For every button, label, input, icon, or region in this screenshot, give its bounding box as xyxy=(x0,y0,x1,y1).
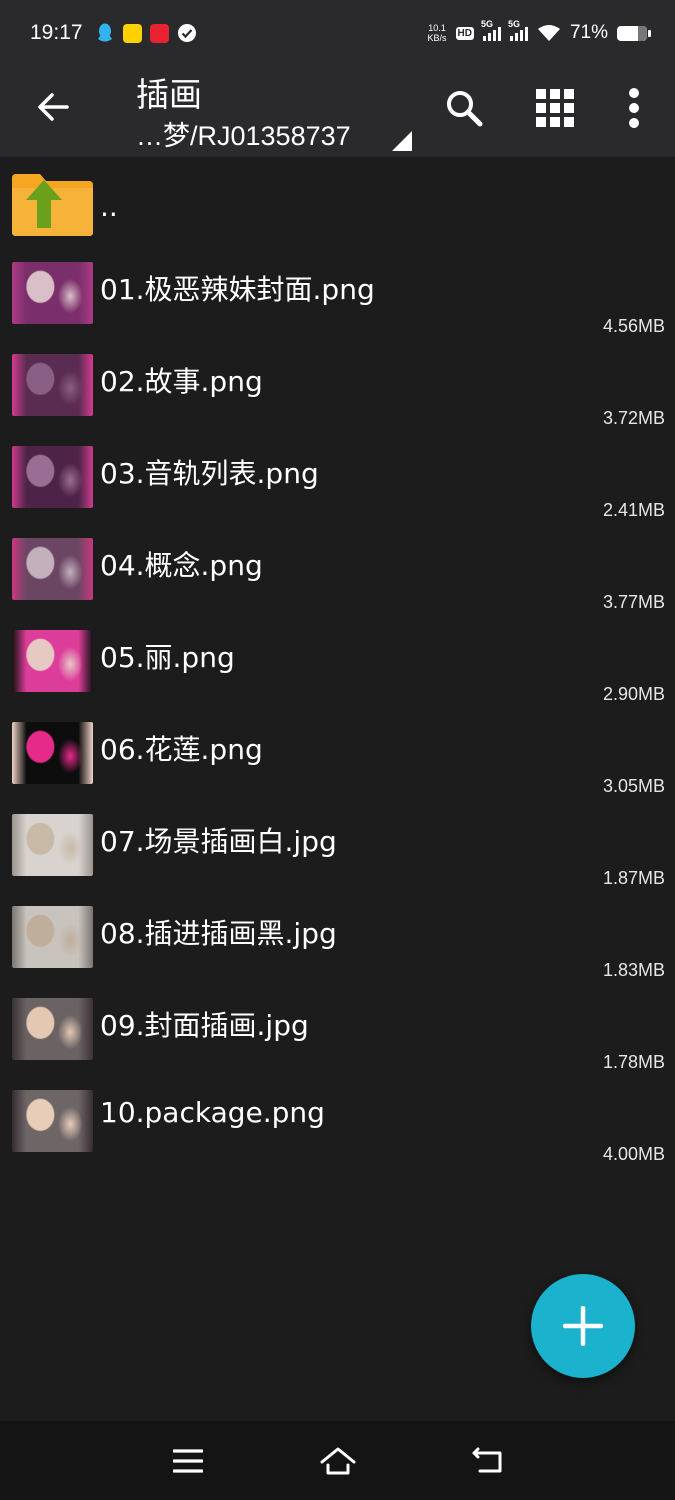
battery-icon xyxy=(617,25,651,41)
file-row[interactable]: 08.插进插画黑.jpg 1.83MB xyxy=(0,892,675,984)
signal-icon-sim2: 5G xyxy=(508,19,528,41)
status-bar: 19:17 10.1 KB/s HD 5G 5G 71% xyxy=(0,0,675,66)
notification-icons xyxy=(95,22,197,44)
file-name: 03.音轨列表.png xyxy=(100,457,319,490)
file-size: 2.90MB xyxy=(602,684,665,704)
search-icon xyxy=(447,91,483,127)
file-name: 04.概念.png xyxy=(100,549,263,582)
plus-icon xyxy=(563,1306,603,1346)
signal-icon-sim1: 5G xyxy=(481,19,501,41)
parent-directory-label: .. xyxy=(100,190,118,223)
path-dropdown-icon[interactable] xyxy=(392,131,412,151)
wifi-icon xyxy=(537,25,560,41)
sim2-network-label: 5G xyxy=(507,19,520,29)
battery-percent: 71% xyxy=(569,22,608,43)
network-speed-unit: KB/s xyxy=(427,33,447,43)
home-icon xyxy=(320,1447,356,1475)
nav-home-button[interactable] xyxy=(316,1439,360,1483)
search-button[interactable] xyxy=(436,80,492,136)
file-thumbnail xyxy=(12,354,93,416)
grid-view-icon xyxy=(536,89,574,127)
hd-voice-icon: HD xyxy=(455,26,474,40)
back-button[interactable] xyxy=(30,84,76,130)
file-thumbnail xyxy=(12,906,93,968)
app-bar: 插画 …梦/RJ01358737 xyxy=(0,66,675,157)
file-size: 3.72MB xyxy=(602,408,665,428)
file-thumbnail xyxy=(12,998,93,1060)
status-time: 19:17 xyxy=(30,21,83,44)
file-size: 1.78MB xyxy=(602,1052,665,1072)
network-speed: 10.1 KB/s xyxy=(428,23,447,43)
system-nav-bar xyxy=(0,1421,675,1500)
file-name: 09.封面插画.jpg xyxy=(100,1009,309,1042)
nav-back-button[interactable] xyxy=(466,1439,510,1483)
file-row[interactable]: 03.音轨列表.png 2.41MB xyxy=(0,432,675,524)
file-thumbnail xyxy=(12,446,93,508)
file-name: 08.插进插画黑.jpg xyxy=(100,917,337,950)
file-size: 4.00MB xyxy=(602,1144,665,1164)
file-thumbnail xyxy=(12,814,93,876)
back-nav-icon xyxy=(472,1447,502,1473)
more-options-button[interactable] xyxy=(606,80,662,136)
arrow-left-icon xyxy=(38,93,69,121)
file-name: 05.丽.png xyxy=(100,641,235,674)
file-name: 02.故事.png xyxy=(100,365,263,398)
grid-view-button[interactable] xyxy=(527,80,583,136)
file-size: 3.77MB xyxy=(602,592,665,612)
network-speed-value: 10.1 xyxy=(428,23,446,33)
status-right: 10.1 KB/s HD 5G 5G 71% xyxy=(428,19,651,44)
file-row[interactable]: 01.极恶辣妹封面.png 4.56MB xyxy=(0,248,675,340)
nav-menu-button[interactable] xyxy=(166,1439,210,1483)
sim1-network-label: 5G xyxy=(480,19,493,29)
file-name: 01.极恶辣妹封面.png xyxy=(100,273,375,306)
file-size: 4.56MB xyxy=(602,316,665,336)
file-row[interactable]: 05.丽.png 2.90MB xyxy=(0,616,675,708)
file-thumbnail xyxy=(12,1090,93,1152)
file-row[interactable]: 09.封面插画.jpg 1.78MB xyxy=(0,984,675,1076)
file-row[interactable]: 02.故事.png 3.72MB xyxy=(0,340,675,432)
file-size: 1.87MB xyxy=(602,868,665,888)
file-size: 1.83MB xyxy=(602,960,665,980)
more-vert-icon xyxy=(629,88,639,128)
file-row[interactable]: 10.package.png 4.00MB xyxy=(0,1076,675,1168)
file-thumbnail xyxy=(12,630,93,692)
meituan-notification-icon xyxy=(122,23,142,43)
file-row[interactable]: 04.概念.png 3.77MB xyxy=(0,524,675,616)
qq-notification-icon xyxy=(97,23,112,42)
file-thumbnail xyxy=(12,722,93,784)
menu-icon xyxy=(173,1449,203,1473)
file-name: 07.场景插画白.jpg xyxy=(100,825,337,858)
page-title: 插画 xyxy=(136,75,202,114)
check-circle-icon xyxy=(177,24,196,42)
file-list: .. 01.极恶辣妹封面.png 4.56MB 02.故事.png 3.72MB 03.… xyxy=(0,158,675,1168)
path-breadcrumb[interactable]: …梦/RJ01358737 xyxy=(136,114,351,153)
file-name: 06.花莲.png xyxy=(100,733,263,766)
parent-directory-row[interactable]: .. xyxy=(0,158,675,248)
file-row[interactable]: 07.场景插画白.jpg 1.87MB xyxy=(0,800,675,892)
file-size: 3.05MB xyxy=(602,776,665,796)
app-notification-icon xyxy=(149,23,169,43)
file-row[interactable]: 06.花莲.png 3.05MB xyxy=(0,708,675,800)
add-fab-button[interactable] xyxy=(531,1274,635,1378)
file-thumbnail xyxy=(12,262,93,324)
file-name: 10.package.png xyxy=(100,1096,325,1129)
file-thumbnail xyxy=(12,538,93,600)
folder-up-icon xyxy=(12,174,93,236)
file-size: 2.41MB xyxy=(602,500,665,520)
